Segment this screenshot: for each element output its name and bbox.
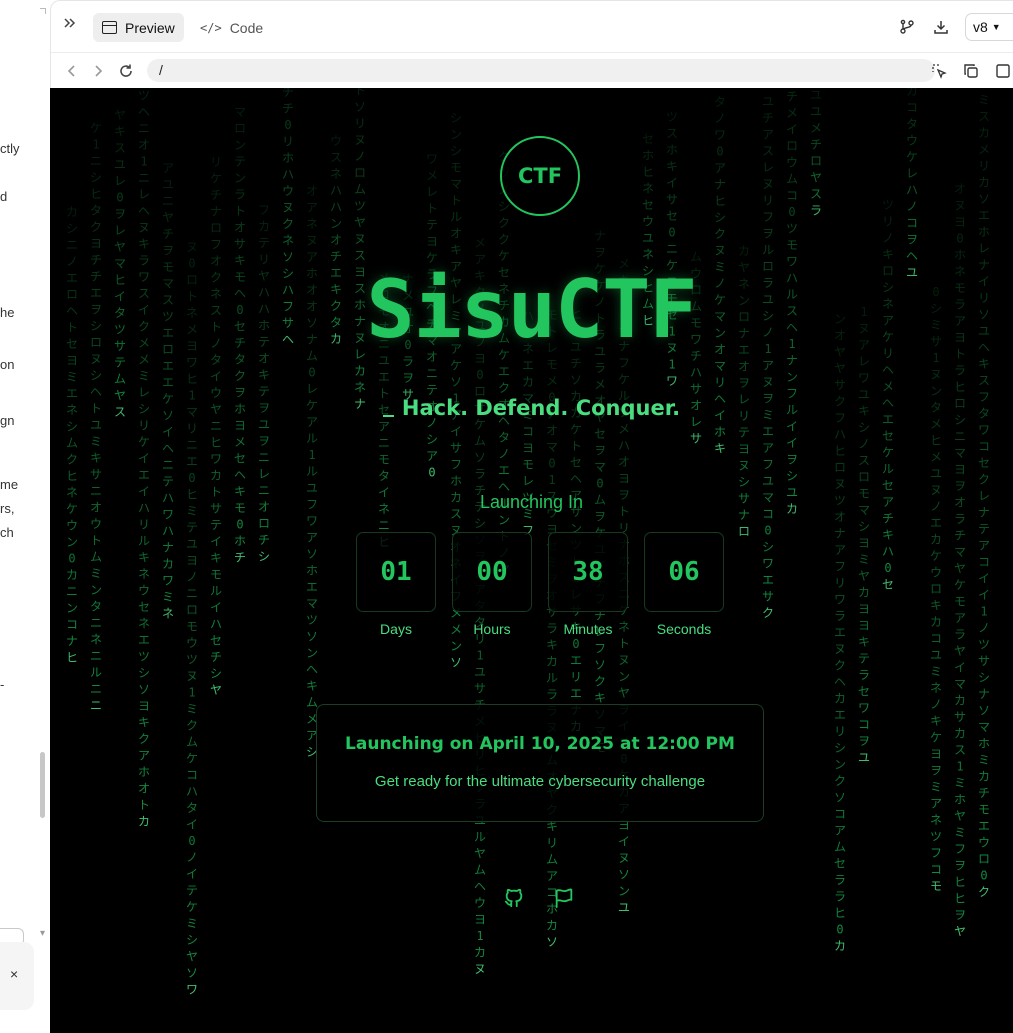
version-select[interactable]: v8 ▼ <box>965 13 1013 41</box>
chevrons-right-icon[interactable] <box>63 16 77 34</box>
preview-icon <box>102 21 117 34</box>
tab-preview[interactable]: Preview <box>93 13 184 42</box>
countdown-value: 06 <box>644 532 724 612</box>
chat-text-fragment: d <box>0 189 8 204</box>
cursor-icon <box>382 415 394 417</box>
countdown-minutes: 38 Minutes <box>548 532 628 637</box>
close-icon[interactable]: × <box>10 966 18 982</box>
countdown: 01 Days 00 Hours 38 Minutes 06 Seconds <box>356 532 724 637</box>
download-icon[interactable] <box>931 17 951 37</box>
panel-divider <box>40 8 46 14</box>
launch-info-card: Launching on April 10, 2025 at 12:00 PM … <box>316 704 764 822</box>
ctf-logo: CTF <box>500 136 580 216</box>
countdown-label: Seconds <box>656 621 712 637</box>
chat-scrollbar[interactable] <box>40 752 45 818</box>
countdown-days: 01 Days <box>356 532 436 637</box>
launch-subtitle: Get ready for the ultimate cybersecurity… <box>374 773 706 790</box>
version-label: v8 <box>973 19 988 35</box>
reload-icon[interactable] <box>117 61 135 81</box>
chat-text-fragment: on <box>0 357 15 372</box>
page-title: SisuCTF <box>366 263 697 356</box>
url-input[interactable]: / <box>147 59 935 82</box>
tagline-text: Hack. Defend. Conquer. <box>401 396 681 420</box>
social-links <box>502 886 576 910</box>
address-bar: / <box>50 52 1013 88</box>
countdown-label: Days <box>380 621 412 637</box>
launch-label: Launching In <box>479 492 584 512</box>
preview-toolbar: Preview </> Code v8 ▼ <box>50 0 1013 52</box>
chevron-down-icon: ▾ <box>40 928 46 939</box>
countdown-value: 00 <box>452 532 532 612</box>
chat-panel-edge: ctly d he on gn me rs, ch - ▾ × <box>0 0 50 1033</box>
countdown-value: 01 <box>356 532 436 612</box>
logo-text: CTF <box>517 164 563 188</box>
tab-preview-label: Preview <box>125 19 175 36</box>
tagline: Hack. Defend. Conquer. <box>50 396 1013 420</box>
chat-text-fragment: rs, <box>0 501 15 516</box>
landing-page: CTF SisuCTF Hack. Defend. Conquer. Launc… <box>50 88 1013 1033</box>
flag-icon[interactable] <box>552 886 576 910</box>
code-icon: </> <box>200 20 222 35</box>
tab-code-label: Code <box>229 19 264 36</box>
chat-text-fragment: ctly <box>0 141 20 156</box>
countdown-seconds: 06 Seconds <box>644 532 724 637</box>
chat-text-fragment: me <box>0 477 19 492</box>
git-branch-icon[interactable] <box>897 17 917 37</box>
countdown-label: Minutes <box>563 621 613 637</box>
launch-date-title: Launching on April 10, 2025 at 12:00 PM <box>345 734 735 754</box>
countdown-label: Hours <box>473 621 511 637</box>
countdown-value: 38 <box>548 532 628 612</box>
preview-canvas: カシニノエロヘトセヨミエネシムクヒネケウン0カニンコナヒケ1ニシヒタクヨチチエヲ… <box>50 88 1013 1033</box>
github-icon[interactable] <box>502 886 526 910</box>
tab-code[interactable]: </> Code <box>191 13 272 42</box>
open-external-icon[interactable] <box>993 61 1013 81</box>
notification-card: × <box>0 942 34 1010</box>
back-icon[interactable] <box>63 61 81 81</box>
chat-text-fragment: - <box>0 677 5 692</box>
forward-icon[interactable] <box>89 61 107 81</box>
chevron-down-icon: ▼ <box>991 22 1001 32</box>
countdown-hours: 00 Hours <box>452 532 532 637</box>
chat-text-fragment: he <box>0 305 15 320</box>
chat-text-fragment: gn <box>0 413 15 428</box>
copy-icon[interactable] <box>961 61 981 81</box>
chat-text-fragment: ch <box>0 525 14 540</box>
element-select-icon[interactable] <box>929 61 949 81</box>
